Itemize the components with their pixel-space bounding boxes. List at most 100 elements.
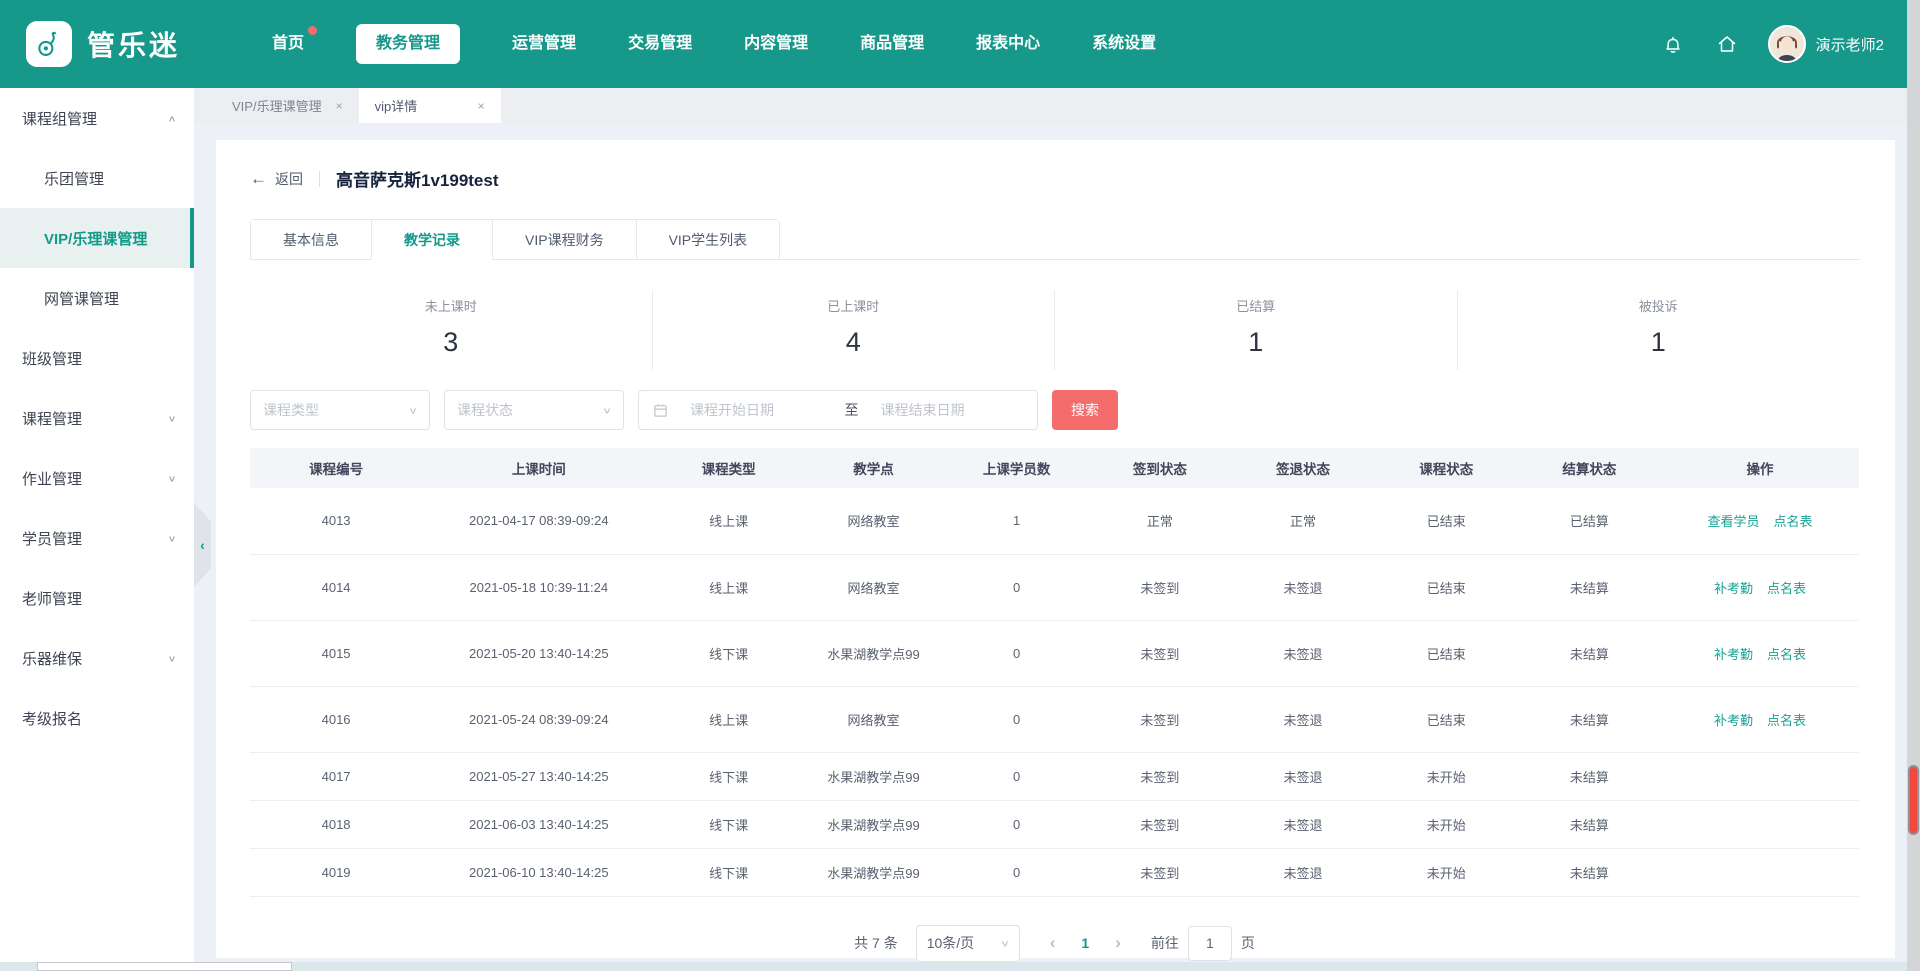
course-status-select[interactable]: 课程状态 ∨ bbox=[444, 390, 624, 430]
page-jump-input[interactable] bbox=[1188, 926, 1232, 961]
row-action-link[interactable]: 查看学员 bbox=[1707, 514, 1759, 529]
open-tab[interactable]: vip详情× bbox=[359, 88, 501, 123]
table-cell: 4014 bbox=[250, 554, 422, 620]
detail-tab[interactable]: 基本信息 bbox=[251, 220, 371, 260]
table-cell: 已结束 bbox=[1375, 686, 1518, 752]
stat-label: 未上课时 bbox=[250, 296, 652, 315]
table-cell: 线下课 bbox=[655, 620, 801, 686]
table-cell: 未签到 bbox=[1088, 800, 1231, 848]
sidebar-item[interactable]: 学员管理∨ bbox=[0, 508, 194, 568]
table-row: 40142021-05-18 10:39-11:24线上课网络教室0未签到未签退… bbox=[250, 554, 1859, 620]
back-arrow-icon: ← bbox=[250, 169, 267, 189]
sidebar-item[interactable]: 课程管理∨ bbox=[0, 388, 194, 448]
page-size-select[interactable]: 10条/页 ∨ bbox=[916, 925, 1020, 962]
row-action-link[interactable]: 点名表 bbox=[1774, 514, 1813, 529]
avatar bbox=[1768, 25, 1806, 63]
sidebar-item[interactable]: 乐团管理 bbox=[0, 148, 194, 208]
notification-dot bbox=[308, 26, 317, 35]
current-page[interactable]: 1 bbox=[1081, 935, 1089, 951]
table-cell: 未结算 bbox=[1518, 848, 1661, 896]
nav-item[interactable]: 交易管理 bbox=[628, 24, 692, 64]
user-menu[interactable]: 演示老师2 bbox=[1768, 25, 1884, 63]
open-tab-label: VIP/乐理课管理 bbox=[232, 96, 322, 115]
page-size-value: 10条/页 bbox=[927, 933, 974, 953]
table-header-row: 课程编号上课时间课程类型教学点上课学员数签到状态签退状态课程状态结算状态操作 bbox=[250, 448, 1859, 488]
sidebar-item[interactable]: 作业管理∨ bbox=[0, 448, 194, 508]
bell-icon[interactable] bbox=[1660, 31, 1686, 57]
date-start-placeholder: 课程开始日期 bbox=[680, 400, 833, 420]
column-header: 上课时间 bbox=[422, 448, 655, 488]
jumper-prefix: 前往 bbox=[1151, 933, 1179, 953]
stat-value: 3 bbox=[250, 327, 652, 358]
table-cell: 2021-05-18 10:39-11:24 bbox=[422, 554, 655, 620]
row-actions-cell: 补考勤点名表 bbox=[1661, 554, 1859, 620]
back-button[interactable]: ← 返回 bbox=[250, 169, 303, 189]
table-cell: 正常 bbox=[1088, 488, 1231, 554]
nav-item[interactable]: 运营管理 bbox=[512, 24, 576, 64]
close-icon[interactable]: × bbox=[478, 99, 485, 113]
jumper-suffix: 页 bbox=[1241, 933, 1255, 953]
sidebar-item[interactable]: 课程组管理∧ bbox=[0, 88, 194, 148]
close-icon[interactable]: × bbox=[336, 99, 343, 113]
row-actions-cell: 补考勤点名表 bbox=[1661, 686, 1859, 752]
row-action-link[interactable]: 点名表 bbox=[1767, 647, 1806, 662]
stat-block: 已上课时4 bbox=[652, 290, 1055, 370]
prev-page-button[interactable]: ‹ bbox=[1050, 933, 1056, 953]
table-cell: 已结算 bbox=[1518, 488, 1661, 554]
course-type-select[interactable]: 课程类型 ∨ bbox=[250, 390, 430, 430]
nav-item[interactable]: 教务管理 bbox=[356, 24, 460, 64]
sidebar-item-label: 班级管理 bbox=[22, 348, 82, 369]
nav-item-label: 运营管理 bbox=[512, 35, 576, 52]
row-action-link[interactable]: 点名表 bbox=[1767, 713, 1806, 728]
back-label: 返回 bbox=[275, 169, 303, 189]
stat-label: 被投诉 bbox=[1458, 296, 1860, 315]
sidebar-item[interactable]: 网管课管理 bbox=[0, 268, 194, 328]
sidebar-item-label: 乐团管理 bbox=[44, 168, 104, 189]
open-tab[interactable]: VIP/乐理课管理 × bbox=[216, 88, 359, 123]
detail-tab[interactable]: 教学记录 bbox=[371, 220, 492, 260]
detail-tab[interactable]: VIP课程财务 bbox=[492, 220, 636, 260]
sidebar-item[interactable]: 老师管理 bbox=[0, 568, 194, 628]
nav-item[interactable]: 商品管理 bbox=[860, 24, 924, 64]
detail-tab[interactable]: VIP学生列表 bbox=[636, 220, 780, 260]
next-page-button[interactable]: › bbox=[1115, 933, 1121, 953]
table-cell: 水果湖教学点99 bbox=[802, 800, 945, 848]
sidebar-item[interactable]: 班级管理 bbox=[0, 328, 194, 388]
chevron-down-icon: ∨ bbox=[408, 405, 418, 415]
nav-item[interactable]: 报表中心 bbox=[976, 24, 1040, 64]
nav-item-label: 首页 bbox=[272, 35, 304, 52]
sidebar-item[interactable]: 乐器维保∨ bbox=[0, 628, 194, 688]
sidebar-item[interactable]: VIP/乐理课管理 bbox=[0, 208, 194, 268]
horizontal-scrollbar[interactable] bbox=[0, 962, 1907, 971]
row-action-link[interactable]: 补考勤 bbox=[1714, 647, 1753, 662]
table-cell: 0 bbox=[945, 620, 1088, 686]
top-navbar: 管乐迷 首页教务管理运营管理交易管理内容管理商品管理报表中心系统设置 bbox=[0, 0, 1920, 88]
row-action-link[interactable]: 补考勤 bbox=[1714, 713, 1753, 728]
table-cell: 2021-05-24 08:39-09:24 bbox=[422, 686, 655, 752]
table-cell: 线下课 bbox=[655, 800, 801, 848]
table-cell: 未结算 bbox=[1518, 752, 1661, 800]
table-cell: 已结束 bbox=[1375, 554, 1518, 620]
date-range-picker[interactable]: 课程开始日期 至 课程结束日期 bbox=[638, 390, 1038, 430]
brand-logo[interactable] bbox=[26, 21, 72, 67]
chevron-down-icon: ∨ bbox=[168, 473, 177, 483]
nav-item[interactable]: 系统设置 bbox=[1092, 24, 1156, 64]
table-cell: 0 bbox=[945, 686, 1088, 752]
nav-item[interactable]: 内容管理 bbox=[744, 24, 808, 64]
column-header: 结算状态 bbox=[1518, 448, 1661, 488]
home-icon[interactable] bbox=[1714, 31, 1740, 57]
table-cell: 1 bbox=[945, 488, 1088, 554]
horizontal-scrollbar-thumb[interactable] bbox=[37, 962, 292, 971]
row-actions-cell bbox=[1661, 800, 1859, 848]
nav-item[interactable]: 首页 bbox=[272, 24, 304, 64]
vertical-scrollbar-thumb[interactable] bbox=[1908, 765, 1919, 835]
row-action-link[interactable]: 点名表 bbox=[1767, 581, 1806, 596]
search-button[interactable]: 搜索 bbox=[1052, 390, 1118, 430]
chevron-down-icon: ∨ bbox=[168, 413, 177, 423]
sidebar-item[interactable]: 考级报名 bbox=[0, 688, 194, 748]
stat-value: 1 bbox=[1458, 327, 1860, 358]
column-header: 签退状态 bbox=[1231, 448, 1374, 488]
row-action-link[interactable]: 补考勤 bbox=[1714, 581, 1753, 596]
vertical-scrollbar[interactable] bbox=[1907, 0, 1920, 971]
table-cell: 4015 bbox=[250, 620, 422, 686]
